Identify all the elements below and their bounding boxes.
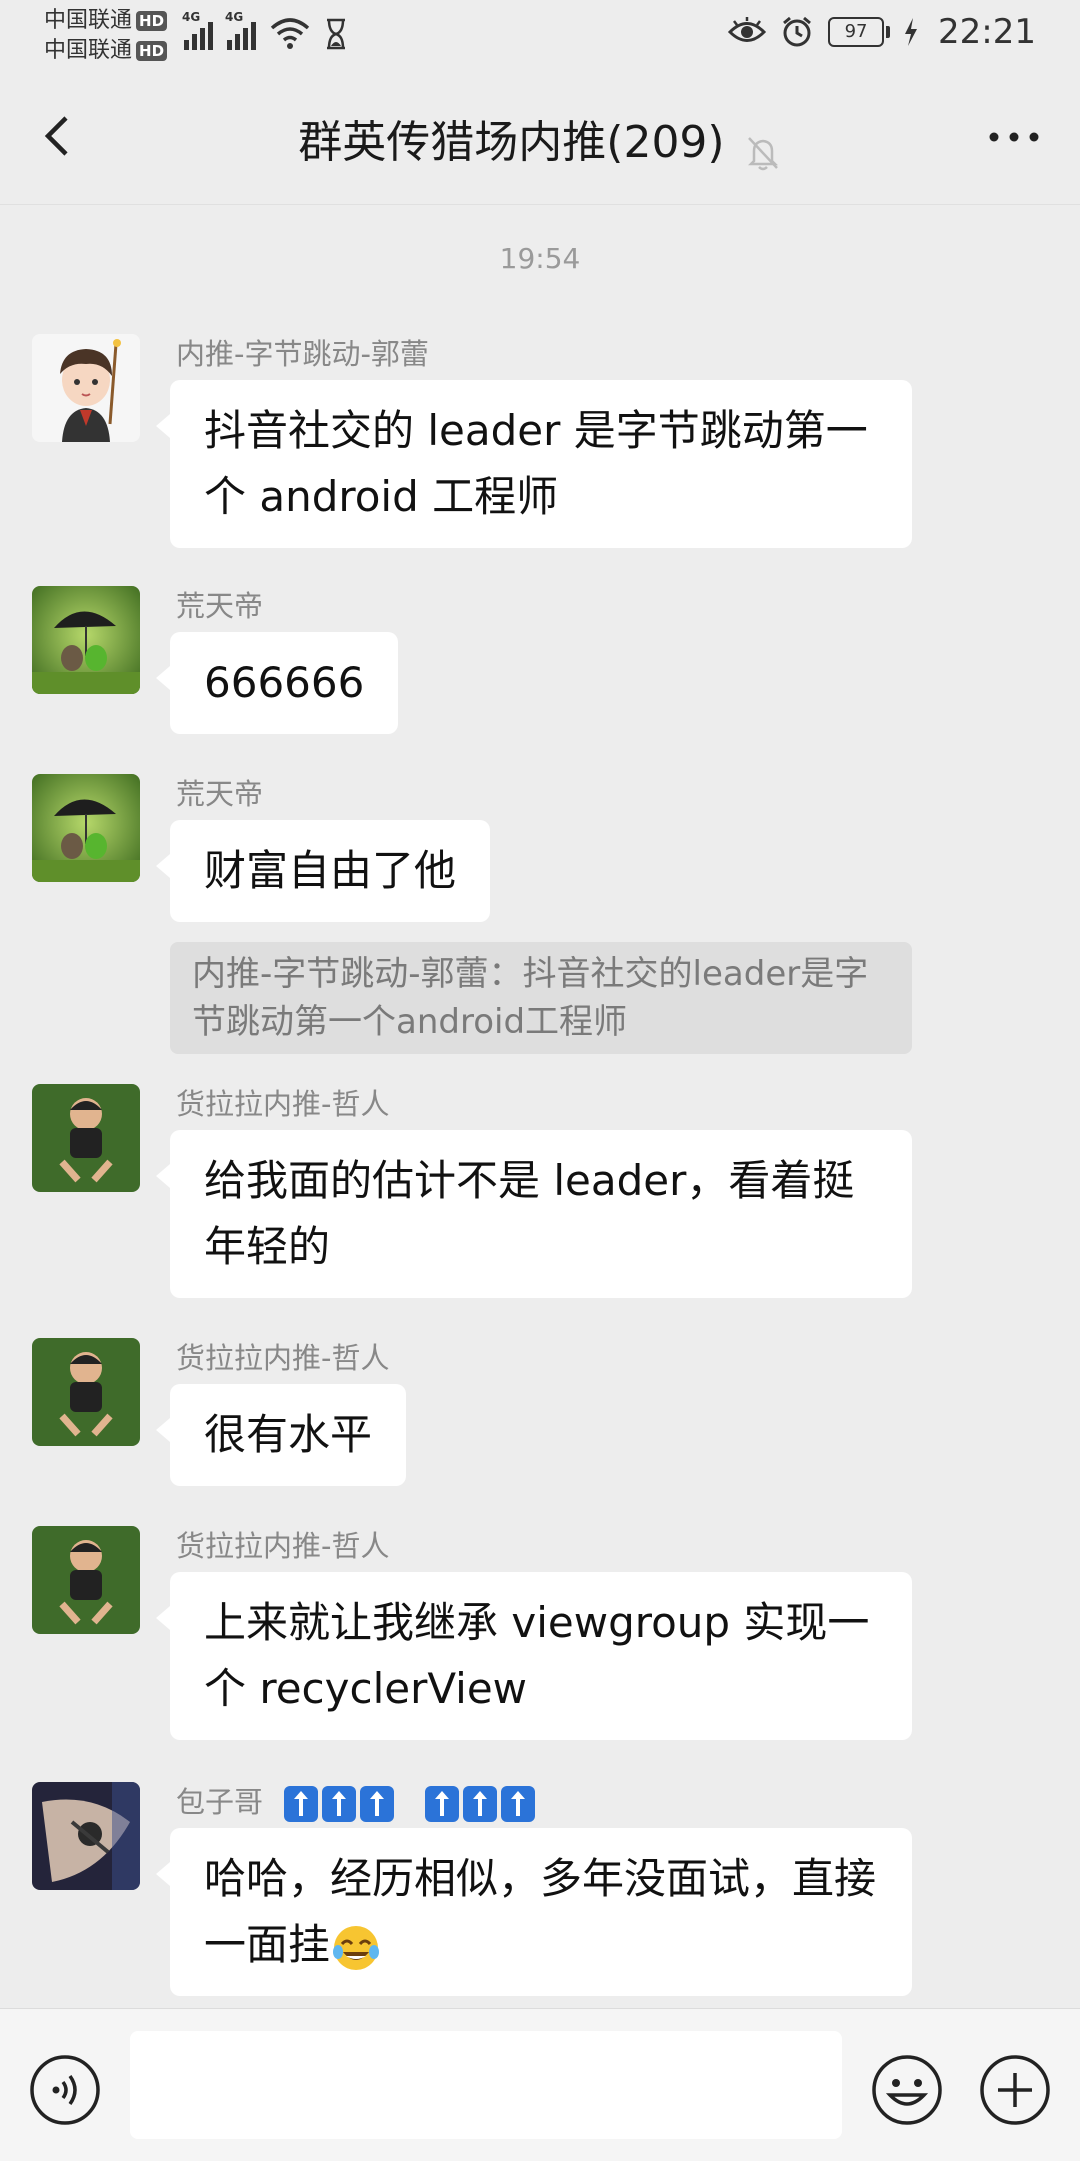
- sender-name: 货拉拉内推-哲人: [176, 1529, 390, 1563]
- message-input[interactable]: [130, 2031, 842, 2139]
- signal-group: 4G 4G: [182, 10, 348, 50]
- message-bubble[interactable]: 抖音社交的 leader 是字节跳动第一个 android 工程师: [156, 380, 912, 548]
- sender-name-text: 包子哥: [176, 1785, 264, 1819]
- emoji-icon[interactable]: [870, 2053, 944, 2127]
- wifi-icon: [270, 18, 310, 49]
- avatar[interactable]: [32, 586, 140, 694]
- message-text: 哈哈，经历相似，多年没面试，直接一面挂: [204, 1854, 877, 1969]
- avatar[interactable]: [32, 334, 140, 442]
- carrier-1: 中国联通: [44, 8, 133, 33]
- message-bubble[interactable]: 666666: [155, 632, 399, 734]
- carrier-2: 中国联通: [44, 38, 133, 63]
- hourglass-icon: [327, 18, 345, 50]
- sender-badges: [280, 1785, 535, 1822]
- signal-icon: 4G: [182, 10, 213, 50]
- status-right: 97 22:21: [728, 12, 1036, 52]
- timestamp: 19:54: [499, 242, 581, 275]
- more-icon[interactable]: [986, 120, 1042, 154]
- voice-icon[interactable]: [28, 2053, 102, 2127]
- chat-title: 群英传猎场内推(209): [298, 117, 725, 168]
- avatar[interactable]: [32, 1084, 140, 1192]
- message-bubble[interactable]: 给我面的估计不是 leader，看着挺年轻的: [156, 1130, 912, 1298]
- up-arrow-badge-icon: [360, 1786, 395, 1822]
- network-type-2: 4G: [225, 10, 244, 24]
- up-arrow-badge-icon: [284, 1786, 319, 1822]
- sender-name: 荒天帝: [176, 777, 264, 811]
- quoted-message[interactable]: 内推-字节跳动-郭蕾：抖音社交的leader是字节跳动第一个android工程师: [170, 942, 912, 1054]
- up-arrow-badge-icon: [500, 1786, 535, 1822]
- mute-bell-icon: [747, 136, 778, 170]
- message-bubble[interactable]: 财富自由了他: [155, 820, 491, 922]
- sender-name: 包子哥: [176, 1782, 535, 1822]
- alarm-icon: [783, 16, 811, 47]
- chat-header: 群英传猎场内推(209): [0, 70, 1080, 205]
- up-arrow-badge-icon: [322, 1786, 357, 1822]
- input-bar: [0, 2008, 1080, 2161]
- sender-name: 货拉拉内推-哲人: [176, 1087, 390, 1121]
- avatar[interactable]: [32, 1338, 140, 1446]
- avatar[interactable]: [32, 1782, 140, 1890]
- up-arrow-badge-icon: [462, 1786, 497, 1822]
- title-wrap: 群英传猎场内推(209): [0, 106, 1080, 172]
- network-type-1: 4G: [182, 10, 201, 24]
- sender-name: 内推-字节跳动-郭蕾: [176, 337, 429, 371]
- battery-level: 97: [828, 17, 885, 47]
- avatar[interactable]: [32, 774, 140, 882]
- message-bubble[interactable]: 哈哈，经历相似，多年没面试，直接一面挂: [156, 1828, 912, 1996]
- tears-of-joy-emoji: [333, 1925, 380, 1970]
- plus-icon[interactable]: [978, 2053, 1052, 2127]
- signal-icon-2: 4G: [225, 10, 256, 50]
- sender-name: 货拉拉内推-哲人: [176, 1341, 390, 1375]
- avatar[interactable]: [32, 1526, 140, 1634]
- sender-name: 荒天帝: [176, 589, 264, 623]
- hd-badge-1: HD: [136, 11, 168, 31]
- eye-icon: [728, 17, 767, 42]
- message-bubble[interactable]: 很有水平: [155, 1384, 407, 1486]
- battery-icon: 97: [828, 17, 891, 47]
- message-bubble[interactable]: 上来就让我继承 viewgroup 实现一个 recyclerView: [156, 1572, 912, 1740]
- hd-badge-2: HD: [136, 41, 168, 61]
- status-bar: 中国联通 HD 中国联通 HD 4G 4G 97 22:21: [0, 0, 1080, 70]
- clock: 22:21: [938, 12, 1036, 52]
- carrier-info: 中国联通 HD 中国联通 HD: [44, 6, 168, 66]
- charging-icon: [905, 18, 918, 46]
- up-arrow-badge-icon: [424, 1786, 459, 1822]
